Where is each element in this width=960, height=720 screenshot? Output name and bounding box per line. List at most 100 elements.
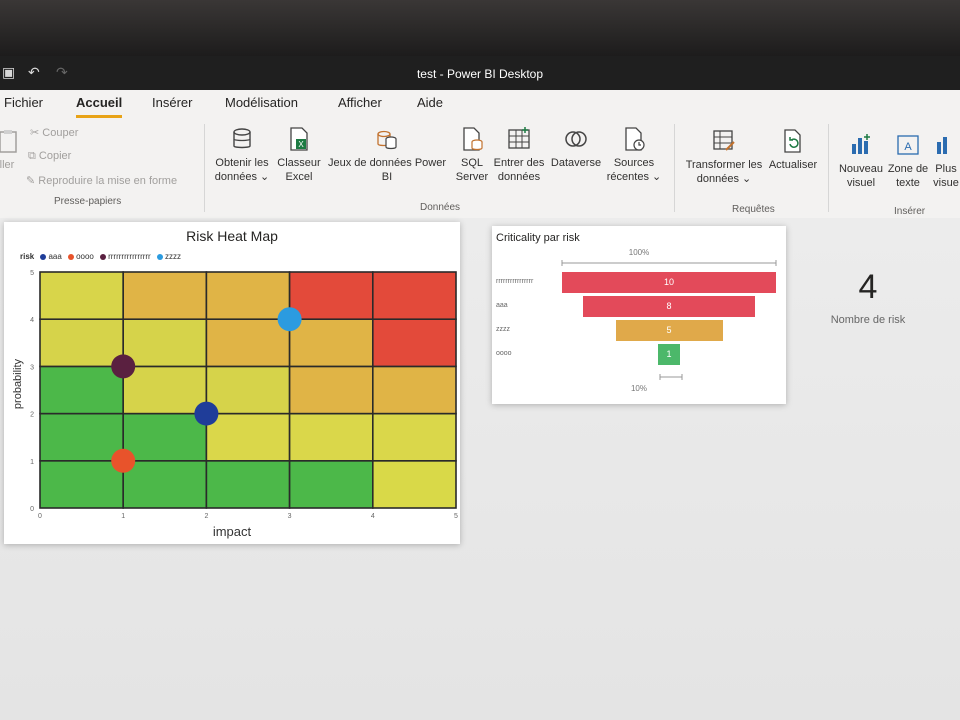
funnel-bottom-label: 10% [630,384,647,393]
heatmap-cell [288,318,374,368]
heatmap-cell [371,318,457,368]
x-axis-title: impact [212,524,252,539]
svg-text:A: A [904,141,912,153]
funnel-category-label: oooo [496,350,512,357]
funnel-category-label: zzzz [496,326,510,333]
get-data-button[interactable]: Obtenir les données ⌄ [210,126,274,184]
excel-icon: X [290,127,308,151]
transform-icon [713,130,735,151]
menu-afficher[interactable]: Afficher [338,95,382,110]
excel-workbook-button[interactable]: X Classeur Excel [274,126,324,184]
risk-point-rrrrrrrrrrrrrrrr[interactable] [111,354,136,379]
menu-fichier[interactable]: Fichier [4,95,43,110]
heatmap-cell [39,365,124,415]
text-box-button[interactable]: A Zone de texte [884,132,932,190]
heatmap-cell [205,318,291,368]
heatmap-cell [288,365,374,415]
menu-aide[interactable]: Aide [417,95,443,110]
heatmap-cell [39,460,124,509]
table-icon [508,127,530,149]
kpi-label: Nombre de risk [830,314,906,326]
title-bar: ▣ ↶ ↷ test - Power BI Desktop [0,56,960,90]
refresh-button[interactable]: Actualiser [764,128,822,172]
x-tick-label: 2 [204,513,208,520]
heatmap-cell [205,271,291,321]
more-visuals-icon [937,137,947,154]
recent-sources-icon [625,127,645,151]
risk-point-zzzz[interactable] [277,307,302,332]
x-tick-label: 3 [288,513,292,520]
dataverse-button[interactable]: Dataverse [548,126,604,170]
group-label-queries: Requêtes [732,204,775,215]
heatmap-cell [205,365,291,415]
datasets-icon [377,130,397,150]
y-axis-title: probability [12,358,24,410]
report-canvas[interactable]: Risk Heat Map risk aaa oooo rrrrrrrrrrrr… [0,218,960,720]
paste-button[interactable]: ller [0,128,18,172]
chevron-down-icon: ⌄ [260,171,270,183]
funnel-bar[interactable]: 8 [583,296,755,317]
ribbon-separator [828,124,829,212]
heatmap-cell [288,271,374,321]
menu-inserer[interactable]: Insérer [152,95,192,110]
heatmap-cell [371,271,457,321]
heatmap-cell [122,271,208,321]
risk-point-oooo[interactable] [111,448,136,473]
funnel-visual[interactable]: Criticality par risk 100% 10 rrrrrrrrrrrr… [492,226,786,404]
group-label-insert: Insérer [894,206,926,217]
copy-icon: ⧉ [28,150,39,162]
ribbon-separator [674,124,675,212]
risk-point-aaa[interactable] [194,401,219,426]
heatmap-cell [371,365,457,415]
window-title: test - Power BI Desktop [416,67,544,81]
funnel-category-label: rrrrrrrrrrrrrrrr [496,278,534,285]
x-tick-label: 4 [371,513,375,520]
recent-sources-button[interactable]: Sources récentes ⌄ [604,126,664,184]
menu-bar: Fichier Accueil Insérer Modélisation Aff… [0,90,960,118]
y-tick-label: 4 [30,317,34,324]
heatmap-cell [288,460,374,509]
y-tick-label: 0 [30,506,34,513]
heatmap-plot: 0 1 2 3 4 5 0 1 2 3 4 5 [30,270,458,520]
funnel-bar[interactable]: 1 [658,344,680,365]
heatmap-cell [371,460,457,509]
heatmap-cell [39,318,124,368]
bar-chart-icon [852,134,870,154]
heatmap-cell [205,412,291,462]
more-visuals-button[interactable]: Plus visue [932,132,960,190]
y-tick-label: 1 [30,459,34,466]
copy-button[interactable]: ⧉ Copier [28,150,71,163]
heatmap-cell [122,318,208,368]
heatmap-cell [288,412,374,462]
chevron-down-icon: ⌄ [652,171,662,183]
x-tick-label: 5 [454,513,458,520]
transform-data-button[interactable]: Transformer les données ⌄ [680,128,768,186]
group-label-data: Données [420,202,461,213]
photo-background [0,0,960,56]
chevron-down-icon: ⌄ [742,173,752,185]
dataverse-icon [565,131,587,147]
x-tick-label: 1 [121,513,125,520]
heatmap-cell [39,271,124,321]
funnel-bar[interactable]: 5 [615,320,723,341]
y-tick-label: 5 [30,270,34,277]
scissors-icon: ✂ [30,127,43,139]
enter-data-button[interactable]: Entrer des données [490,126,548,184]
kpi-value: 4 [858,268,878,306]
menu-accueil[interactable]: Accueil [76,95,123,118]
heatmap-cell [122,412,208,462]
menu-modelisation[interactable]: Modélisation [225,95,298,110]
funnel-bar[interactable]: 10 [562,272,776,293]
sql-server-button[interactable]: SQL Server [452,126,492,184]
ribbon-separator [204,124,205,212]
powerbi-datasets-button[interactable]: Jeux de données Power BI [322,126,452,184]
cut-button[interactable]: ✂ Couper [30,126,78,139]
refresh-icon [784,129,801,153]
format-painter-button[interactable]: ✎ Reproduire la mise en forme [26,174,177,187]
paste-icon [0,130,17,153]
brush-icon: ✎ [26,175,39,187]
heatmap-cell [122,460,208,509]
heatmap-visual[interactable]: Risk Heat Map risk aaa oooo rrrrrrrrrrrr… [4,222,460,544]
new-visual-button[interactable]: Nouveau visuel [836,132,886,190]
y-tick-label: 2 [30,412,34,419]
